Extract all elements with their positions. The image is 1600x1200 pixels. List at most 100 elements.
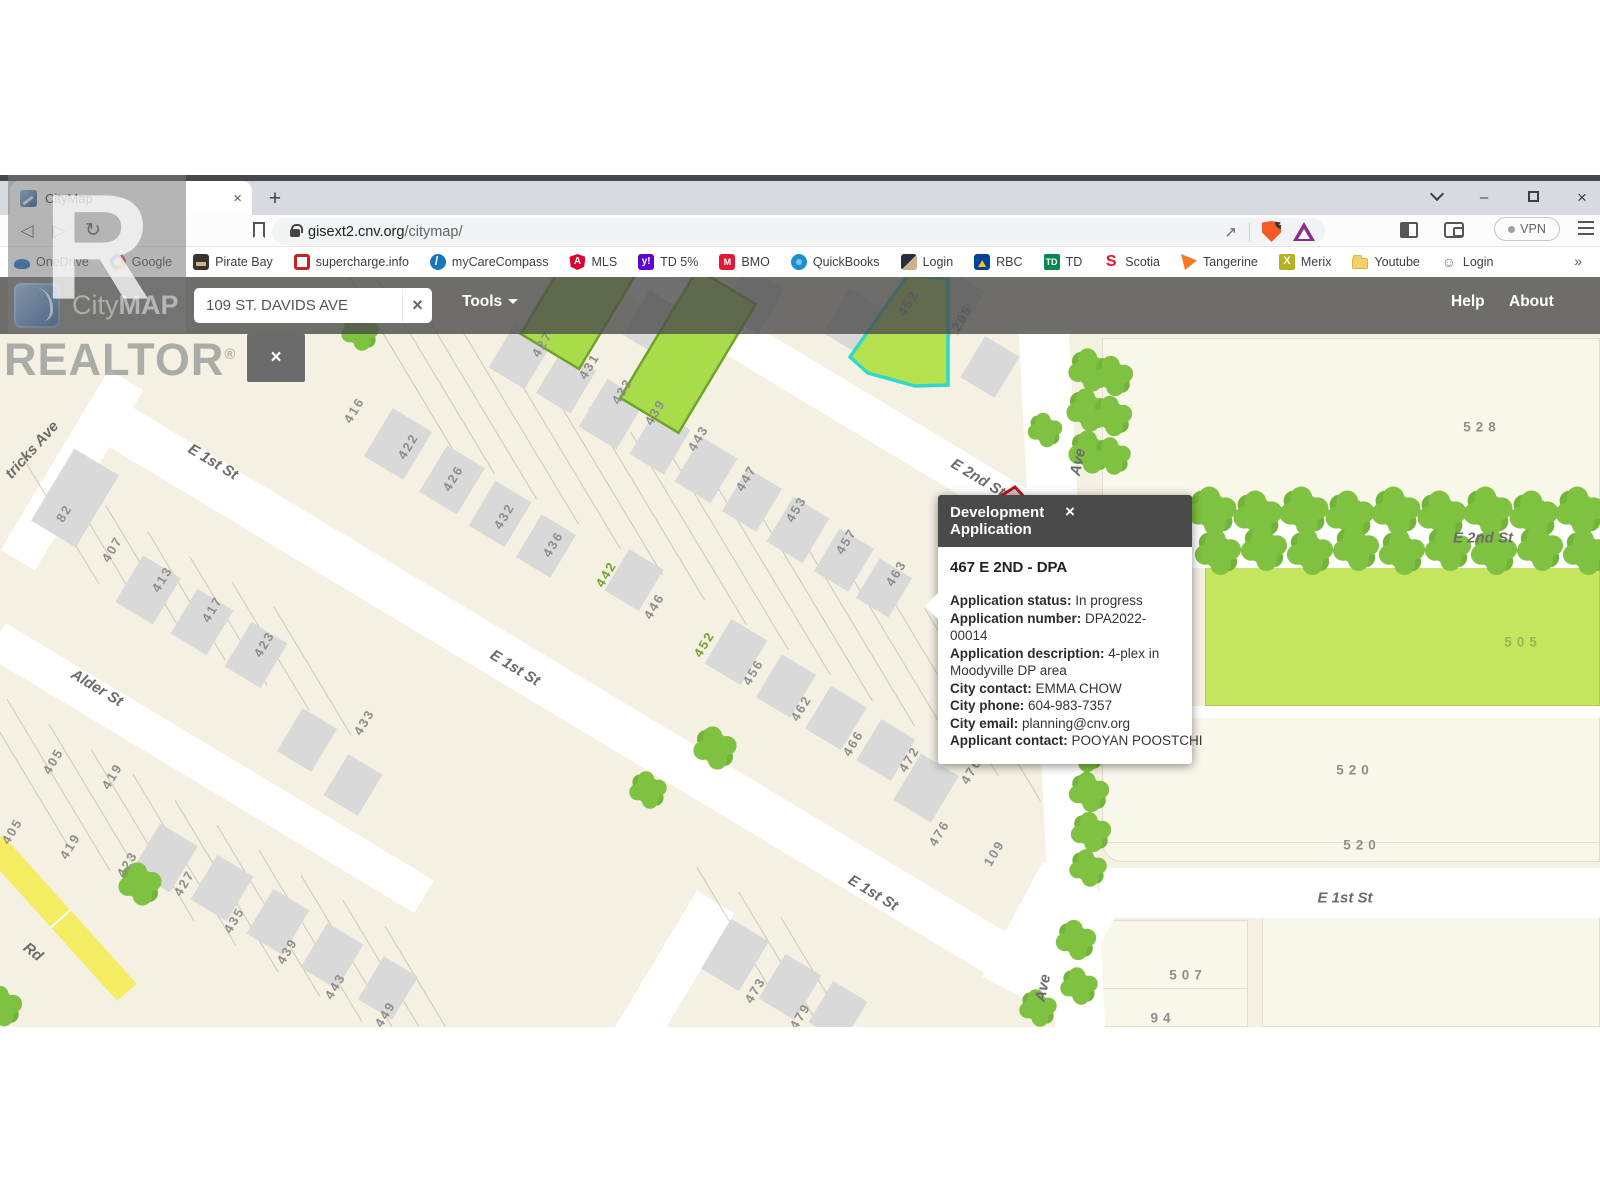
lot-number-label: 109 <box>980 837 1007 868</box>
popup-field: Application description: 4-plex in Moody… <box>950 645 1180 680</box>
bookmark-item[interactable]: Login <box>901 254 954 270</box>
new-tab-button[interactable]: + <box>262 186 288 212</box>
popup-close-icon[interactable]: × <box>1065 504 1180 538</box>
lot-number-label: 505 <box>1504 635 1542 650</box>
bookmark-label: Youtube <box>1374 255 1419 269</box>
share-icon[interactable]: ↗ <box>1224 223 1237 241</box>
city-block <box>1262 912 1600 1027</box>
building-footprint <box>323 754 382 816</box>
menu-icon[interactable] <box>1578 221 1594 235</box>
parcel-line <box>1098 988 1248 989</box>
realtor-watermark-box: R <box>8 175 186 333</box>
lot-number-label: 528 <box>1463 420 1501 435</box>
bookmark-label: Pirate Bay <box>215 255 273 269</box>
bookmark-label: QuickBooks <box>813 255 880 269</box>
bookmark-item[interactable]: Youtube <box>1352 255 1419 269</box>
bookmark-item[interactable]: ☺Login <box>1441 254 1494 270</box>
bookmark-item[interactable]: supercharge.info <box>294 254 409 270</box>
url-path: /citymap/ <box>404 224 462 240</box>
sidebar-toggle-icon[interactable] <box>1400 222 1418 238</box>
bookmark-label: BMO <box>741 255 769 269</box>
tree-icon <box>0 992 16 1020</box>
bookmarks-bar: OneDriveGooglePirate Baysupercharge.info… <box>0 247 1600 277</box>
vpn-status-dot <box>1508 226 1515 233</box>
bookmark-item[interactable]: M BMO <box>719 254 769 270</box>
tree-icon <box>1075 778 1103 806</box>
close-window-button[interactable]: × <box>1568 186 1596 210</box>
popup-field: Applicant contact: POOYAN POOSTCHI <box>950 732 1180 750</box>
minimize-button[interactable]: – <box>1470 186 1498 210</box>
tree-icon <box>1077 818 1105 846</box>
bat-rewards-icon[interactable] <box>1293 222 1315 241</box>
tree-icon <box>635 777 661 803</box>
help-link[interactable]: Help <box>1451 293 1485 311</box>
tree-icon <box>1066 973 1092 999</box>
bookmark-item[interactable]: SScotia <box>1103 254 1160 270</box>
bookmark-label: Merix <box>1301 255 1332 269</box>
realtor-watermark-text: REALTOR® <box>4 334 236 386</box>
lot-number-label: 520 <box>1343 838 1381 853</box>
search-input[interactable] <box>194 297 402 314</box>
screenshot-root: E 1st StE 1st StE 1st StE 2nd StAlder St… <box>0 0 1600 1200</box>
bookmark-item[interactable]: y! TD 5% <box>638 254 698 270</box>
bookmark-item[interactable]: AMLS <box>569 254 617 270</box>
lot-number-label: 520 <box>1336 763 1374 778</box>
bookmark-label: TD 5% <box>660 255 698 269</box>
map-canvas[interactable]: E 1st StE 1st StE 1st StE 2nd StAlder St… <box>0 277 1600 1027</box>
close-widget-button[interactable]: × <box>247 334 305 382</box>
bmo-icon: M <box>719 254 735 270</box>
search-box: × <box>194 288 432 323</box>
url-bar[interactable]: gisext2.cnv.org/citymap/ ↗ 2 <box>272 218 1325 245</box>
popup-field: City phone: 604-983-7357 <box>950 697 1180 715</box>
tab-close-icon[interactable]: × <box>233 190 242 207</box>
lot-number-label: 419 <box>98 760 125 791</box>
shield-badge: 2 <box>1275 216 1288 229</box>
yahoo-icon: y! <box>638 254 654 270</box>
tools-menu-button[interactable]: Tools <box>462 293 518 311</box>
popup-title: Development Application <box>950 504 1065 538</box>
popup-pointer <box>925 593 938 619</box>
tree-icon <box>1062 926 1090 954</box>
supercharge-icon <box>294 254 310 270</box>
bookmark-item[interactable]: TDTD <box>1044 254 1083 270</box>
chevron-down-icon <box>508 299 518 304</box>
wallet-icon[interactable] <box>1444 222 1464 238</box>
folder-icon <box>1352 258 1368 269</box>
face-icon: ☺ <box>1441 254 1457 270</box>
bookmark-item[interactable]: Tangerine <box>1181 254 1258 270</box>
bookmark-label: MLS <box>591 255 617 269</box>
popup-field: City email: planning@cnv.org <box>950 715 1180 733</box>
bookmark-label: Tangerine <box>1203 255 1258 269</box>
popup-body: 467 E 2ND - DPA Application status: In p… <box>938 547 1192 764</box>
bookmark-item[interactable]: RBC <box>974 254 1022 270</box>
lot-number-label: 405 <box>0 815 26 846</box>
vpn-label: VPN <box>1520 222 1546 236</box>
about-link[interactable]: About <box>1509 293 1554 311</box>
bookmarks-overflow-chevron[interactable]: » <box>1566 253 1582 269</box>
url-host: gisext2.cnv.org <box>308 224 404 240</box>
tangerine-icon <box>1181 254 1197 270</box>
maximize-button[interactable] <box>1528 191 1539 202</box>
piratebay-icon <box>193 254 209 270</box>
popup-header: Development Application × <box>938 495 1192 547</box>
lot-number-label: 507 <box>1169 968 1207 983</box>
brave-shield-icon[interactable]: 2 <box>1262 221 1281 242</box>
building-footprint <box>247 889 310 955</box>
bookmark-label: TD <box>1066 255 1083 269</box>
bookmark-item[interactable]: Pirate Bay <box>193 254 273 270</box>
popup-field: Application status: In progress <box>950 592 1180 610</box>
vpn-button[interactable]: VPN <box>1494 217 1560 241</box>
street-label: Rd <box>20 939 46 965</box>
popup-field: City contact: EMMA CHOW <box>950 680 1180 698</box>
street-label: E 2nd St <box>1453 530 1513 547</box>
building-footprint <box>808 981 867 1027</box>
search-clear-button[interactable]: × <box>402 289 432 322</box>
quickbooks-icon <box>791 254 807 270</box>
divider <box>1249 223 1250 241</box>
url-text[interactable]: gisext2.cnv.org/citymap/ <box>308 224 1224 240</box>
bookmark-item[interactable]: myCareCompass <box>430 254 549 270</box>
bookmark-label: myCareCompass <box>452 255 549 269</box>
bookmark-item[interactable]: QuickBooks <box>791 254 880 270</box>
bookmark-item[interactable]: XMerix <box>1279 254 1332 270</box>
watermark-letter: R <box>43 161 151 334</box>
